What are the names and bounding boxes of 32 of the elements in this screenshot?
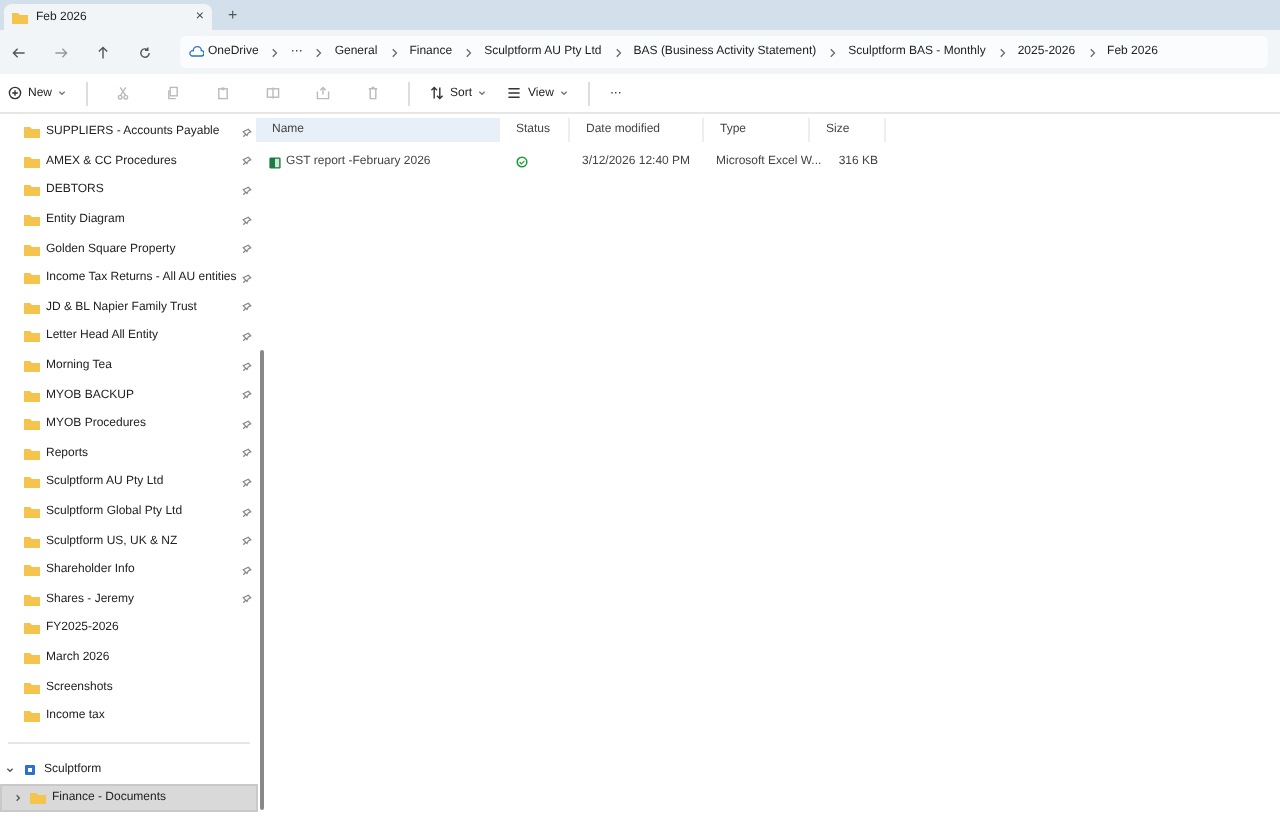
refresh-icon[interactable] [138,45,152,59]
back-icon[interactable] [12,45,26,59]
copy-icon[interactable] [166,86,181,100]
chevron-icon[interactable] [14,794,22,803]
caret-icon [478,90,487,96]
forward-icon[interactable] [54,45,68,59]
up-icon[interactable] [96,45,110,59]
chevron-icon [389,47,398,57]
chevron-icon [1087,47,1096,57]
delete-icon[interactable] [366,86,381,100]
sort-arrows-icon [430,86,445,100]
folder-icon [30,792,46,805]
paste-icon[interactable] [216,86,231,100]
chevron-icon [464,47,473,57]
chevron-icon [828,47,837,57]
new-tab-button[interactable]: + [228,6,238,24]
plus-circle-icon [8,86,22,100]
caret-icon [559,90,568,96]
chevron-icon [270,47,279,57]
scrollbar-thumb[interactable] [260,350,264,810]
chevron-icon [997,47,1006,57]
caret-icon [58,90,67,96]
share-icon[interactable] [316,86,331,100]
cut-icon[interactable] [116,86,131,100]
library-icon [22,764,38,777]
rename-icon[interactable] [266,86,281,100]
folder-icon [12,11,28,23]
lines-icon [506,86,523,100]
chevron-icon [314,47,323,57]
chevron-icon [613,47,622,57]
spreadsheet-icon [268,155,282,169]
cloud-icon [188,46,204,58]
